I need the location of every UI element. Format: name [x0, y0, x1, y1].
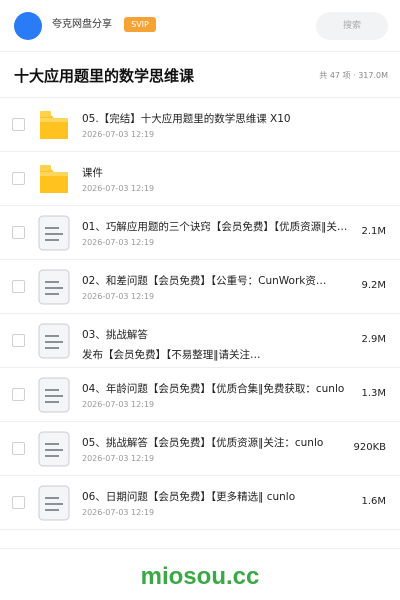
share-header: 夸克网盘分享 SVIP 搜索 — [0, 0, 400, 52]
row-checkbox[interactable] — [12, 172, 25, 185]
file-size: 2.1M — [361, 226, 386, 237]
file-row[interactable]: 05、挑战解答【会员免费】【优质资源‖关注：cunlo 2026-07-03 1… — [0, 422, 400, 476]
file-size: 2.9M — [361, 334, 386, 345]
file-date: 2026-07-03 12:19 — [82, 454, 155, 463]
file-size: 920KB — [353, 442, 386, 453]
svip-badge: SVIP — [124, 17, 156, 32]
folder-title-row: 十大应用题里的数学思维课 共 47 项 · 317.0M — [0, 52, 400, 98]
row-checkbox[interactable] — [12, 496, 25, 509]
file-name[interactable]: 05.【完结】十大应用题里的数学思维课 X10 — [82, 112, 354, 126]
file-date: 2026-07-03 12:19 — [82, 508, 155, 517]
footer: miosou.cc — [0, 548, 400, 600]
document-icon — [38, 323, 70, 359]
row-checkbox[interactable] — [12, 388, 25, 401]
file-row[interactable]: 04、年龄问题【会员免费】【优质合集‖免费获取：cunlo 2026-07-03… — [0, 368, 400, 422]
file-size: 1.6M — [361, 496, 386, 507]
folder-meta: 共 47 项 · 317.0M — [319, 71, 388, 80]
file-name[interactable]: 05、挑战解答【会员免费】【优质资源‖关注：cunlo — [82, 436, 344, 450]
file-date: 2026-07-03 12:19 — [82, 292, 155, 301]
file-date: 2026-07-03 12:19 — [82, 130, 155, 139]
row-checkbox[interactable] — [12, 226, 25, 239]
file-name[interactable]: 课件 — [82, 166, 354, 180]
file-name[interactable]: 01、巧解应用题的三个诀窍【会员免费】【优质资源‖关注：cunlo — [82, 220, 354, 234]
file-row[interactable]: 02、和差问题【会员免费】【公重号：CunWork资源合集】 2026-07-0… — [0, 260, 400, 314]
watermark: miosou.cc — [140, 563, 260, 590]
folder-icon — [40, 165, 68, 193]
file-date: 2026-07-03 12:19 — [82, 184, 155, 193]
file-row[interactable]: 课件 2026-07-03 12:19 — [0, 152, 400, 206]
document-icon — [38, 215, 70, 251]
share-name: 夸克网盘分享 — [52, 19, 112, 30]
search-input[interactable]: 搜索 — [316, 12, 388, 40]
file-name[interactable]: 03、挑战解答 — [82, 328, 354, 342]
folder-icon — [40, 111, 68, 139]
row-checkbox[interactable] — [12, 280, 25, 293]
file-name[interactable]: 02、和差问题【会员免费】【公重号：CunWork资源合集】 — [82, 274, 332, 288]
page-title: 十大应用题里的数学思维课 — [14, 67, 195, 85]
file-size: 9.2M — [361, 280, 386, 291]
document-icon — [38, 269, 70, 305]
file-row[interactable]: 05.【完结】十大应用题里的数学思维课 X10 2026-07-03 12:19 — [0, 98, 400, 152]
document-icon — [38, 431, 70, 467]
row-checkbox[interactable] — [12, 334, 25, 347]
row-checkbox[interactable] — [12, 442, 25, 455]
file-date: 2026-07-03 12:19 — [82, 238, 155, 247]
file-name[interactable]: 04、年龄问题【会员免费】【优质合集‖免费获取：cunlo — [82, 382, 354, 396]
row-checkbox[interactable] — [12, 118, 25, 131]
avatar[interactable] — [14, 12, 42, 40]
file-name[interactable]: 06、日期问题【会员免费】【更多精选‖ cunlo — [82, 490, 354, 504]
file-size: 1.3M — [361, 388, 386, 399]
document-icon — [38, 485, 70, 521]
file-row[interactable]: 01、巧解应用题的三个诀窍【会员免费】【优质资源‖关注：cunlo 2026-0… — [0, 206, 400, 260]
file-row[interactable]: 06、日期问题【会员免费】【更多精选‖ cunlo 2026-07-03 12:… — [0, 476, 400, 530]
file-date: 2026-07-03 12:19 — [82, 400, 155, 409]
overlapping-text: 发布【会员免费】【不易整理‖请关注… — [82, 349, 261, 361]
document-icon — [38, 377, 70, 413]
